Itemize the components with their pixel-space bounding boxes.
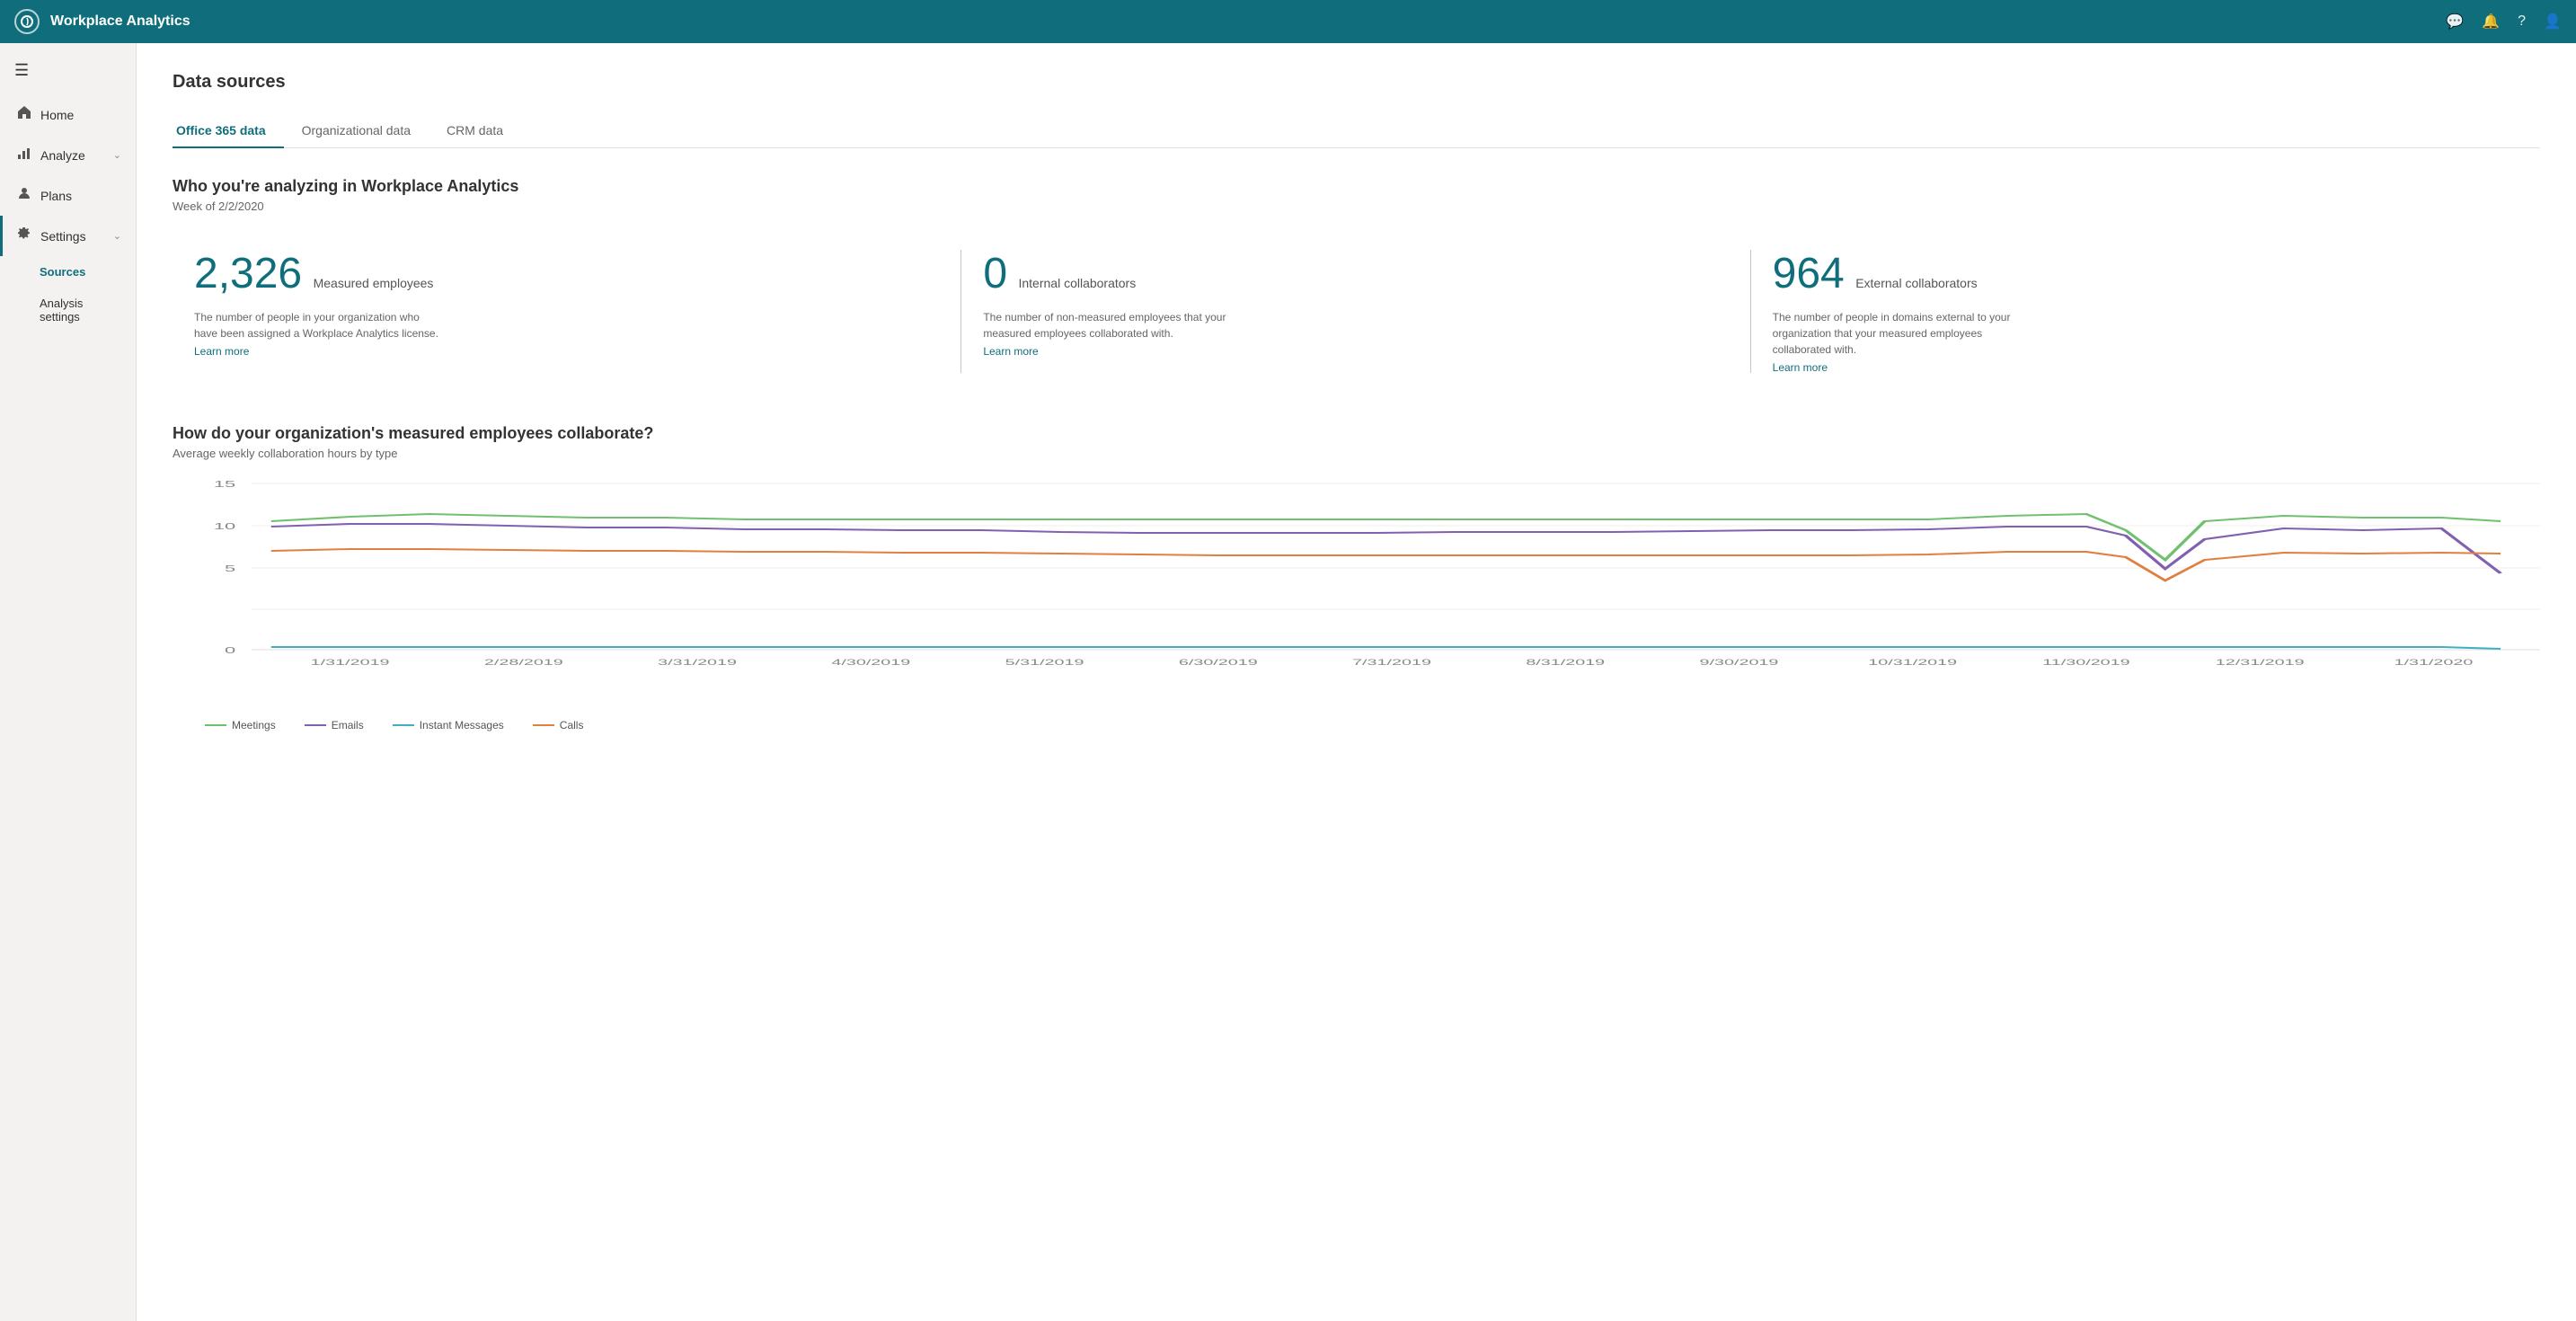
settings-label: Settings <box>40 229 86 244</box>
internal-collaborators-label: Internal collaborators <box>1018 276 1136 290</box>
legend-emails: Emails <box>305 719 364 731</box>
topbar-icons: 💬 🔔 ? 👤 <box>2446 13 2562 31</box>
main-layout: ☰ Home Analyze ⌄ Plans <box>0 43 2576 1321</box>
internal-collaborators-link[interactable]: Learn more <box>983 345 1729 358</box>
sidebar-nav: Home Analyze ⌄ Plans Settings <box>0 94 136 332</box>
measured-employees-label: Measured employees <box>314 276 434 290</box>
chart-legend: Meetings Emails Instant Messages Calls <box>173 719 2540 731</box>
svg-text:5: 5 <box>225 563 235 573</box>
section1-subtitle: Week of 2/2/2020 <box>173 199 2540 213</box>
page-title: Data sources <box>173 72 2540 93</box>
emails-legend-label: Emails <box>332 719 364 731</box>
account-icon[interactable]: 👤 <box>2544 13 2562 31</box>
topbar: Workplace Analytics 💬 🔔 ? 👤 <box>0 0 2576 43</box>
tab-org-data[interactable]: Organizational data <box>298 114 429 148</box>
collaboration-chart: 15 10 5 0 1/31/2019 2/28/2019 3/31/2019 … <box>173 474 2540 708</box>
meetings-line <box>271 514 2501 560</box>
measured-employees-number: 2,326 <box>194 250 302 297</box>
external-collaborators-number: 964 <box>1773 250 1845 297</box>
svg-text:6/30/2019: 6/30/2019 <box>1179 658 1258 667</box>
chart-title: How do your organization's measured empl… <box>173 424 2540 443</box>
instant-messages-legend-label: Instant Messages <box>420 719 504 731</box>
meetings-legend-line <box>205 724 226 726</box>
app-logo <box>14 9 40 34</box>
svg-text:1/31/2020: 1/31/2020 <box>2394 658 2473 667</box>
sidebar-item-home[interactable]: Home <box>0 94 136 135</box>
chart-section: How do your organization's measured empl… <box>173 424 2540 731</box>
settings-chevron-icon: ⌄ <box>113 230 121 242</box>
feedback-icon[interactable]: 💬 <box>2446 13 2464 31</box>
meetings-legend-label: Meetings <box>232 719 276 731</box>
chart-subtitle: Average weekly collaboration hours by ty… <box>173 447 2540 460</box>
instant-messages-legend-line <box>393 724 414 726</box>
calls-legend-line <box>533 724 554 726</box>
tab-bar: Office 365 data Organizational data CRM … <box>173 114 2540 148</box>
settings-icon <box>17 226 31 245</box>
chart-svg: 15 10 5 0 1/31/2019 2/28/2019 3/31/2019 … <box>173 474 2540 672</box>
stat-external-collaborators: 964 External collaborators The number of… <box>1751 235 2540 388</box>
svg-text:12/31/2019: 12/31/2019 <box>2216 658 2305 667</box>
section1-title: Who you're analyzing in Workplace Analyt… <box>173 177 2540 196</box>
sidebar-item-settings[interactable]: Settings ⌄ <box>0 216 136 256</box>
svg-text:9/30/2019: 9/30/2019 <box>1700 658 1779 667</box>
sidebar: ☰ Home Analyze ⌄ Plans <box>0 43 137 1321</box>
svg-text:11/30/2019: 11/30/2019 <box>2042 658 2129 667</box>
legend-meetings: Meetings <box>205 719 276 731</box>
calls-legend-label: Calls <box>560 719 584 731</box>
notification-icon[interactable]: 🔔 <box>2482 13 2500 31</box>
calls-line <box>271 549 2501 581</box>
hamburger-menu[interactable]: ☰ <box>0 50 136 91</box>
svg-text:2/28/2019: 2/28/2019 <box>484 658 563 667</box>
svg-text:0: 0 <box>225 645 235 655</box>
stat-measured-employees: 2,326 Measured employees The number of p… <box>173 235 961 388</box>
tab-crm-data[interactable]: CRM data <box>443 114 521 148</box>
analyze-icon <box>17 146 31 164</box>
svg-text:15: 15 <box>214 479 235 489</box>
legend-calls: Calls <box>533 719 584 731</box>
svg-text:7/31/2019: 7/31/2019 <box>1352 658 1431 667</box>
external-collaborators-desc: The number of people in domains external… <box>1773 309 2024 358</box>
measured-employees-desc: The number of people in your organizatio… <box>194 309 446 341</box>
sidebar-item-sources[interactable]: Sources <box>0 256 136 288</box>
sidebar-item-analysis-settings[interactable]: Analysis settings <box>0 288 136 332</box>
svg-text:10/31/2019: 10/31/2019 <box>1868 658 1957 667</box>
analyze-chevron-icon: ⌄ <box>113 149 121 161</box>
analyze-label: Analyze <box>40 148 85 163</box>
stat-internal-collaborators: 0 Internal collaborators The number of n… <box>961 235 1750 388</box>
sidebar-sub-items: Sources Analysis settings <box>0 256 136 332</box>
instant-messages-line <box>271 647 2501 649</box>
measured-employees-link[interactable]: Learn more <box>194 345 940 358</box>
internal-collaborators-number: 0 <box>983 250 1007 297</box>
sidebar-item-analyze[interactable]: Analyze ⌄ <box>0 135 136 175</box>
svg-text:5/31/2019: 5/31/2019 <box>1005 658 1084 667</box>
help-icon[interactable]: ? <box>2518 13 2526 30</box>
plans-label: Plans <box>40 189 72 203</box>
legend-instant-messages: Instant Messages <box>393 719 504 731</box>
stats-row: 2,326 Measured employees The number of p… <box>173 235 2540 388</box>
svg-text:10: 10 <box>214 521 235 531</box>
emails-line <box>271 524 2501 573</box>
svg-text:3/31/2019: 3/31/2019 <box>658 658 737 667</box>
main-content: Data sources Office 365 data Organizatio… <box>137 43 2576 1321</box>
svg-text:4/30/2019: 4/30/2019 <box>831 658 910 667</box>
home-icon <box>17 105 31 124</box>
sidebar-item-plans[interactable]: Plans <box>0 175 136 216</box>
home-label: Home <box>40 108 74 122</box>
app-title: Workplace Analytics <box>50 13 2446 30</box>
internal-collaborators-desc: The number of non-measured employees tha… <box>983 309 1235 341</box>
tab-office365[interactable]: Office 365 data <box>173 114 284 148</box>
plans-icon <box>17 186 31 205</box>
svg-text:1/31/2019: 1/31/2019 <box>311 658 390 667</box>
external-collaborators-link[interactable]: Learn more <box>1773 361 2518 374</box>
external-collaborators-label: External collaborators <box>1855 276 1977 290</box>
svg-text:8/31/2019: 8/31/2019 <box>1526 658 1605 667</box>
emails-legend-line <box>305 724 326 726</box>
